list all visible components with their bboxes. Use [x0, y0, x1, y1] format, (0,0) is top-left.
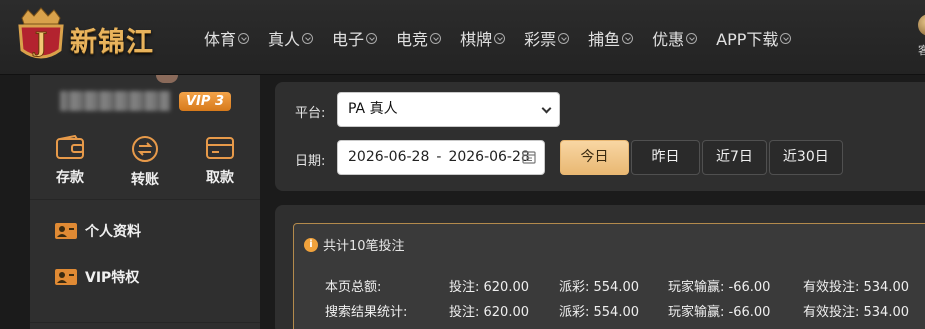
summary-row-page: 本页总额: 投注: 620.00 派彩: 554.00 玩家输赢: -66.00…: [294, 276, 925, 296]
card-icon: [206, 137, 234, 159]
transfer-icon: [132, 136, 158, 162]
sidebar-divider: [30, 322, 260, 323]
nav-item-promotions[interactable]: 优惠: [652, 26, 698, 50]
date-start: 2026-06-28: [348, 149, 430, 165]
platform-label: 平台:: [295, 106, 326, 121]
calendar-icon: [522, 151, 536, 164]
nav-label: APP下载: [716, 30, 779, 49]
chevron-down-icon: [366, 32, 378, 44]
valid-bet-total: 有效投注: 534.00: [803, 280, 909, 295]
withdraw-label: 取款: [206, 170, 234, 186]
chevron-down-icon: [780, 32, 792, 44]
nav-label: 捕鱼: [588, 30, 621, 49]
nav-label: 电竞: [396, 30, 429, 49]
nav-item-lottery[interactable]: 彩票: [524, 26, 570, 50]
bet-count-text: 共计10笔投注: [323, 239, 405, 254]
nav-label: 彩票: [524, 30, 557, 49]
nav-item-live[interactable]: 真人: [268, 26, 314, 50]
chevron-down-icon: [238, 32, 250, 44]
avatar: [156, 75, 178, 83]
user-menu-label[interactable]: 客: [918, 42, 925, 58]
sidebar-item-vip[interactable]: VIP特权: [55, 267, 139, 287]
nav-label: 体育: [204, 30, 237, 49]
transfer-button[interactable]: 转账: [115, 135, 175, 189]
nav-item-esports[interactable]: 电竞: [396, 26, 442, 50]
sidebar-divider: [30, 199, 260, 200]
withdraw-button[interactable]: 取款: [190, 135, 250, 187]
quick-range-buttons: 今日 昨日 近7日 近30日: [560, 140, 845, 175]
info-icon: i: [304, 237, 318, 252]
sidebar-item-profile[interactable]: 个人资料: [55, 221, 141, 241]
nav-item-sports[interactable]: 体育: [204, 26, 250, 50]
row-label: 搜索结果统计:: [325, 305, 408, 320]
user-avatar-icon[interactable]: [918, 14, 925, 36]
chevron-down-icon: [430, 32, 442, 44]
platform-select-value: PA 真人: [348, 101, 398, 117]
nav-label: 电子: [332, 30, 365, 49]
bet-count-notice: i 共计10笔投注: [304, 235, 405, 254]
summary-box: i 共计10笔投注 本页总额: 投注: 620.00 派彩: 554.00 玩家…: [293, 223, 925, 329]
vip-level-badge: VIP 3: [179, 92, 231, 111]
logo-text: 新锦江: [70, 27, 154, 58]
range-7days-button[interactable]: 近7日: [702, 140, 767, 175]
nav-item-chess[interactable]: 棋牌: [460, 26, 506, 50]
nav-item-app-download[interactable]: APP下载: [716, 26, 792, 50]
payout-total: 派彩: 554.00: [559, 280, 639, 295]
row-label: 本页总额:: [325, 280, 382, 295]
chevron-down-icon: [558, 32, 570, 44]
nav-label: 真人: [268, 30, 301, 49]
chevron-down-icon: [686, 32, 698, 44]
deposit-label: 存款: [56, 170, 84, 186]
platform-select[interactable]: PA 真人: [337, 92, 560, 127]
deposit-button[interactable]: 存款: [40, 135, 100, 187]
filter-panel: 平台: PA 真人 日期: 2026-06-28-2026-06-28 今日 昨…: [275, 82, 925, 191]
chevron-down-icon: [541, 103, 552, 114]
username-blurred: [60, 91, 170, 111]
sidebar-item-label: 个人资料: [85, 224, 141, 240]
vip-card-icon: [55, 269, 77, 285]
summary-row-search: 搜索结果统计: 投注: 620.00 派彩: 554.00 玩家输赢: -66.…: [294, 301, 925, 321]
nav-label: 优惠: [652, 30, 685, 49]
profile-card-icon: [55, 223, 77, 239]
logo-badge-icon: J: [18, 7, 64, 59]
range-today-button[interactable]: 今日: [560, 140, 629, 175]
nav-label: 棋牌: [460, 30, 493, 49]
chevron-down-icon: [302, 32, 314, 44]
date-end: 2026-06-28: [448, 149, 530, 165]
nav-item-slots[interactable]: 电子: [332, 26, 378, 50]
chevron-down-icon: [494, 32, 506, 44]
sidebar-item-label: VIP特权: [85, 270, 140, 286]
logo[interactable]: J 新锦江: [14, 6, 184, 66]
bet-total: 投注: 620.00: [449, 280, 529, 295]
svg-text:J: J: [33, 28, 47, 58]
quick-actions: 存款 转账 取款: [30, 135, 260, 190]
main-nav: 体育 真人 电子 电竞 棋牌 彩票 捕鱼 优惠 APP下载: [204, 26, 810, 50]
valid-bet-total: 有效投注: 534.00: [803, 305, 909, 320]
account-sidebar: VIP 3 存款 转账 取款 个人资料 VIP特权: [30, 75, 260, 329]
date-label: 日期:: [295, 154, 326, 169]
top-navbar: J 新锦江 体育 真人 电子 电竞 棋牌 彩票 捕鱼 优惠 APP下载 客: [0, 0, 925, 75]
payout-total: 派彩: 554.00: [559, 305, 639, 320]
winloss-total: 玩家输赢: -66.00: [668, 305, 771, 320]
transfer-label: 转账: [131, 172, 159, 188]
nav-item-fishing[interactable]: 捕鱼: [588, 26, 634, 50]
wallet-icon: [56, 135, 84, 159]
winloss-total: 玩家输赢: -66.00: [668, 280, 771, 295]
results-panel: i 共计10笔投注 本页总额: 投注: 620.00 派彩: 554.00 玩家…: [275, 205, 925, 329]
bet-total: 投注: 620.00: [449, 305, 529, 320]
range-yesterday-button[interactable]: 昨日: [631, 140, 700, 175]
date-separator: -: [436, 149, 442, 165]
date-range-input[interactable]: 2026-06-28-2026-06-28: [337, 140, 545, 175]
range-30days-button[interactable]: 近30日: [768, 140, 843, 175]
chevron-down-icon: [622, 32, 634, 44]
